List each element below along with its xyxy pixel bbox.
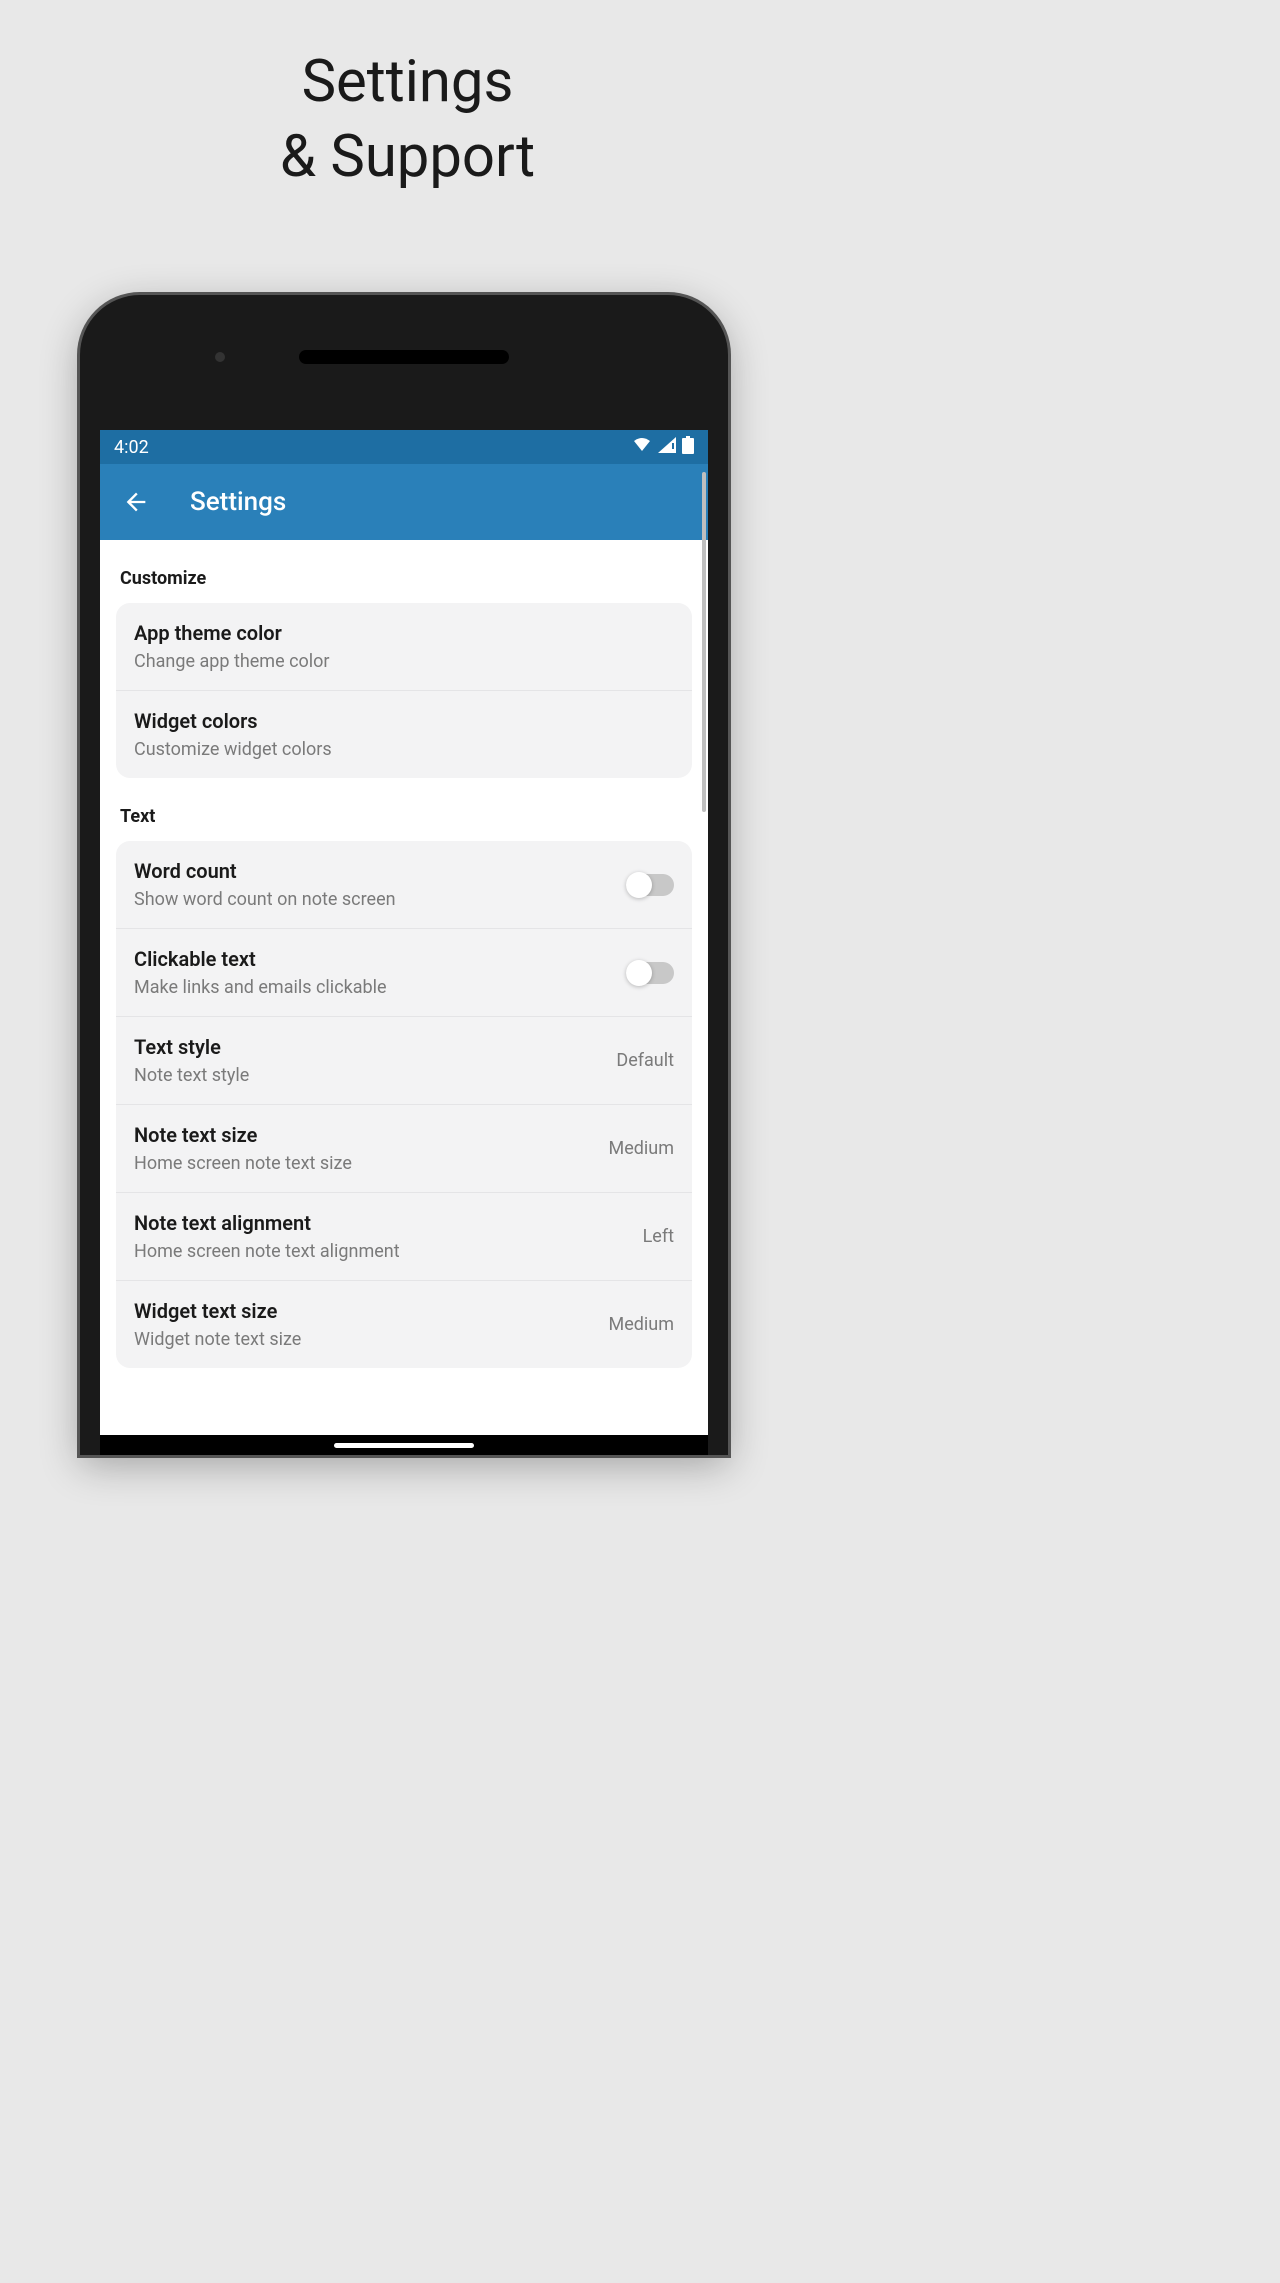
setting-title: Text style (134, 1035, 604, 1059)
phone-screen: 4:02 Settings Customize (100, 430, 708, 1435)
navigation-bar (100, 1435, 708, 1455)
setting-title: Word count (134, 859, 614, 883)
setting-value: Left (643, 1226, 674, 1247)
status-icons (632, 436, 694, 459)
setting-value: Medium (609, 1314, 675, 1335)
wifi-icon (632, 437, 652, 458)
setting-note-text-size[interactable]: Note text size Home screen note text siz… (116, 1105, 692, 1193)
customize-card: App theme color Change app theme color W… (116, 603, 692, 778)
status-bar: 4:02 (100, 430, 708, 464)
setting-widget-colors[interactable]: Widget colors Customize widget colors (116, 691, 692, 778)
phone-speaker (299, 350, 509, 364)
section-header-text: Text (116, 778, 692, 841)
setting-title: App theme color (134, 621, 674, 645)
back-button[interactable] (122, 488, 150, 516)
settings-content[interactable]: Customize App theme color Change app the… (100, 540, 708, 1435)
app-bar-title: Settings (190, 487, 286, 517)
text-card: Word count Show word count on note scree… (116, 841, 692, 1368)
setting-subtitle: Show word count on note screen (134, 889, 614, 910)
phone-camera (215, 352, 225, 362)
setting-value: Default (616, 1050, 674, 1071)
setting-title: Widget colors (134, 709, 674, 733)
phone-frame: 4:02 Settings Customize (80, 295, 728, 1455)
setting-app-theme-color[interactable]: App theme color Change app theme color (116, 603, 692, 691)
marketing-headline: Settings & Support (0, 0, 815, 196)
status-time: 4:02 (114, 437, 149, 458)
setting-widget-text-size[interactable]: Widget text size Widget note text size M… (116, 1281, 692, 1368)
toggle-word-count[interactable] (626, 874, 674, 896)
setting-subtitle: Change app theme color (134, 651, 674, 672)
setting-subtitle: Customize widget colors (134, 739, 674, 760)
setting-title: Clickable text (134, 947, 614, 971)
headline-line1: Settings (0, 45, 815, 120)
headline-line2: & Support (0, 120, 815, 195)
setting-text-style[interactable]: Text style Note text style Default (116, 1017, 692, 1105)
setting-subtitle: Widget note text size (134, 1329, 597, 1350)
section-header-customize: Customize (116, 540, 692, 603)
setting-note-text-alignment[interactable]: Note text alignment Home screen note tex… (116, 1193, 692, 1281)
setting-title: Widget text size (134, 1299, 597, 1323)
setting-subtitle: Home screen note text alignment (134, 1241, 631, 1262)
setting-clickable-text[interactable]: Clickable text Make links and emails cli… (116, 929, 692, 1017)
setting-title: Note text alignment (134, 1211, 631, 1235)
scrollbar[interactable] (702, 540, 706, 812)
setting-subtitle: Note text style (134, 1065, 604, 1086)
setting-word-count[interactable]: Word count Show word count on note scree… (116, 841, 692, 929)
signal-icon (658, 437, 676, 458)
setting-value: Medium (609, 1138, 675, 1159)
arrow-back-icon (122, 488, 150, 516)
setting-subtitle: Home screen note text size (134, 1153, 597, 1174)
battery-icon (682, 436, 694, 459)
setting-subtitle: Make links and emails clickable (134, 977, 614, 998)
setting-title: Note text size (134, 1123, 597, 1147)
nav-handle[interactable] (334, 1443, 474, 1448)
toggle-clickable-text[interactable] (626, 962, 674, 984)
app-bar: Settings (100, 464, 708, 540)
